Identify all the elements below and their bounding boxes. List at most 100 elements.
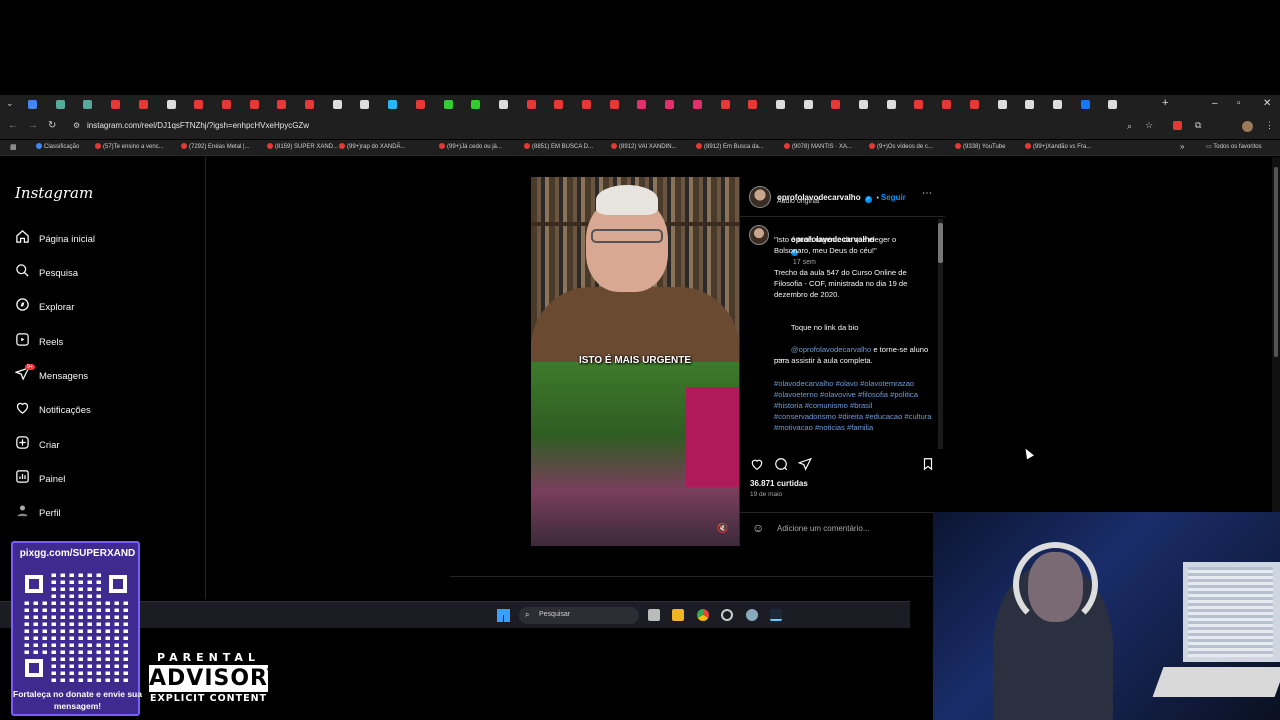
all-favorites-folder[interactable]: ▭ Todos os favoritos <box>1206 143 1262 150</box>
sidebar-item-create[interactable]: Criar <box>15 435 60 455</box>
settings-icon[interactable] <box>746 609 758 621</box>
follow-button[interactable]: Seguir <box>881 193 906 202</box>
bookmark-item[interactable]: Classificação <box>36 143 79 150</box>
sidebar-item-home[interactable]: Página inicial <box>15 229 95 249</box>
reload-icon[interactable]: ↻ <box>48 120 56 131</box>
browser-tab[interactable] <box>803 100 813 109</box>
like-count[interactable]: 36.871 curtidas <box>750 479 808 488</box>
browser-tab[interactable] <box>332 100 342 109</box>
forward-icon[interactable]: → <box>28 120 38 131</box>
back-icon[interactable]: ← <box>8 120 18 131</box>
browser-tab[interactable] <box>138 100 148 109</box>
browser-tab[interactable] <box>692 100 702 109</box>
sidebar-item-search[interactable]: Pesquisa <box>15 263 78 283</box>
sidebar-item-heart[interactable]: Notificações <box>15 400 91 420</box>
sidebar-item-reels[interactable]: Reels <box>15 332 63 352</box>
task-view-icon[interactable] <box>648 609 660 621</box>
browser-tab[interactable] <box>249 100 259 109</box>
browser-tab[interactable] <box>221 100 231 109</box>
browser-tab[interactable] <box>194 100 204 109</box>
browser-tab[interactable] <box>609 100 619 109</box>
browser-tab[interactable] <box>1052 100 1062 109</box>
browser-tab[interactable] <box>498 100 508 109</box>
browser-tab[interactable] <box>1025 100 1035 109</box>
browser-tab[interactable] <box>665 100 675 109</box>
url-field[interactable]: instagram.com/reel/DJ1qsFTNZhj/?igsh=enh… <box>87 121 309 130</box>
browser-tab[interactable] <box>443 100 453 109</box>
emoji-icon[interactable]: ☺ <box>752 521 764 535</box>
apps-grid-icon[interactable]: ▦ <box>10 143 17 151</box>
bookmark-item[interactable]: (57)Te ensino a venc... <box>95 143 164 150</box>
mute-icon[interactable]: 🔇 <box>717 523 728 534</box>
browser-tab[interactable] <box>277 100 287 109</box>
app-icon[interactable] <box>721 609 733 621</box>
browser-tab[interactable] <box>111 100 121 109</box>
caption-author-avatar[interactable] <box>749 225 769 245</box>
save-bookmark-icon[interactable] <box>921 457 935 471</box>
browser-menu-icon[interactable]: ⋮ <box>1265 120 1274 131</box>
new-tab-button[interactable]: + <box>1162 97 1168 109</box>
sidebar-item-compass[interactable]: Explorar <box>15 297 74 317</box>
bookmark-star-icon[interactable]: ☆ <box>1145 120 1153 131</box>
caption-hashtags[interactable]: #olavodecarvalho #olavo #olavotemrazao #… <box>774 378 934 433</box>
like-heart-icon[interactable] <box>750 457 764 471</box>
browser-tab[interactable] <box>859 100 868 109</box>
browser-tab[interactable] <box>415 100 425 109</box>
bookmarks-overflow-icon[interactable]: » <box>1180 142 1184 151</box>
sidebar-item-dashboard[interactable]: Painel <box>15 469 65 489</box>
comment-icon[interactable] <box>774 457 788 471</box>
browser-tab[interactable] <box>388 100 398 109</box>
browser-tab[interactable] <box>831 100 841 109</box>
browser-tab[interactable] <box>775 100 785 109</box>
tab-list-menu-icon[interactable]: ⌄ <box>6 98 14 109</box>
bookmark-item[interactable]: (8912) Em Busca da... <box>696 143 764 150</box>
browser-tab[interactable] <box>637 100 647 109</box>
browser-tab[interactable] <box>942 100 952 109</box>
browser-tab[interactable] <box>166 100 176 109</box>
browser-tab[interactable] <box>554 100 564 109</box>
windows-start-icon[interactable] <box>497 609 510 622</box>
sidebar-item-messages[interactable]: 9+ Mensagens <box>14 364 88 386</box>
browser-tab[interactable] <box>720 100 730 109</box>
instagram-logo[interactable]: Instagram <box>15 184 93 202</box>
browser-tab[interactable] <box>305 100 314 109</box>
sidebar-item-profile[interactable]: Perfil <box>15 503 61 523</box>
file-explorer-icon[interactable] <box>672 609 684 621</box>
zoom-icon[interactable]: ⌕ <box>1127 121 1132 132</box>
extensions-puzzle-icon[interactable]: ⧉ <box>1195 120 1201 131</box>
audio-label[interactable]: Áudio original <box>777 198 819 205</box>
chrome-icon[interactable] <box>697 609 709 621</box>
bookmark-item[interactable]: (9078) MANTIS · XA... <box>784 143 852 150</box>
steam-icon[interactable] <box>770 609 782 621</box>
author-avatar[interactable] <box>749 186 771 208</box>
bookmark-item[interactable]: (8851) EM BUSCA D... <box>524 143 593 150</box>
share-icon[interactable] <box>798 457 812 471</box>
site-info-icon[interactable]: ⚙ <box>73 121 80 130</box>
browser-tab[interactable] <box>1080 100 1090 109</box>
browser-tab[interactable] <box>360 100 370 109</box>
bookmark-item[interactable]: (8912) VAI XANDIN... <box>611 143 677 150</box>
bookmark-item[interactable]: (8159) SUPER XAND... <box>267 143 338 150</box>
browser-tab[interactable] <box>997 100 1007 109</box>
more-options-icon[interactable]: ⋯ <box>922 188 932 199</box>
browser-tab[interactable] <box>969 100 979 109</box>
minimize-button[interactable]: – <box>1212 98 1218 109</box>
browser-tab[interactable] <box>55 100 65 109</box>
taskbar-search[interactable]: ⌕ Pesquisar <box>519 607 639 624</box>
maximize-button[interactable]: ▫ <box>1237 98 1241 109</box>
reel-video[interactable]: ISTO É MAIS URGENTE 🔇 <box>531 177 739 546</box>
bookmark-item[interactable]: (9+)Os vídeos de c... <box>869 143 933 150</box>
browser-tab[interactable] <box>748 100 758 109</box>
browser-tab[interactable] <box>1108 100 1118 109</box>
close-window-button[interactable]: ✕ <box>1263 98 1271 109</box>
browser-tab[interactable] <box>526 100 536 109</box>
browser-tab[interactable] <box>914 100 924 109</box>
browser-tab[interactable] <box>471 100 481 109</box>
extension-icon[interactable] <box>1173 121 1182 130</box>
browser-tab[interactable] <box>582 100 591 109</box>
caption-scrollbar[interactable] <box>938 219 943 449</box>
bookmark-item[interactable]: (9338) YouTube <box>955 143 1005 150</box>
comment-input[interactable]: Adicione um comentário... <box>777 524 870 533</box>
bookmark-item[interactable]: (99+)Xandão vs Fra... <box>1025 143 1091 150</box>
profile-avatar[interactable] <box>1242 121 1253 132</box>
